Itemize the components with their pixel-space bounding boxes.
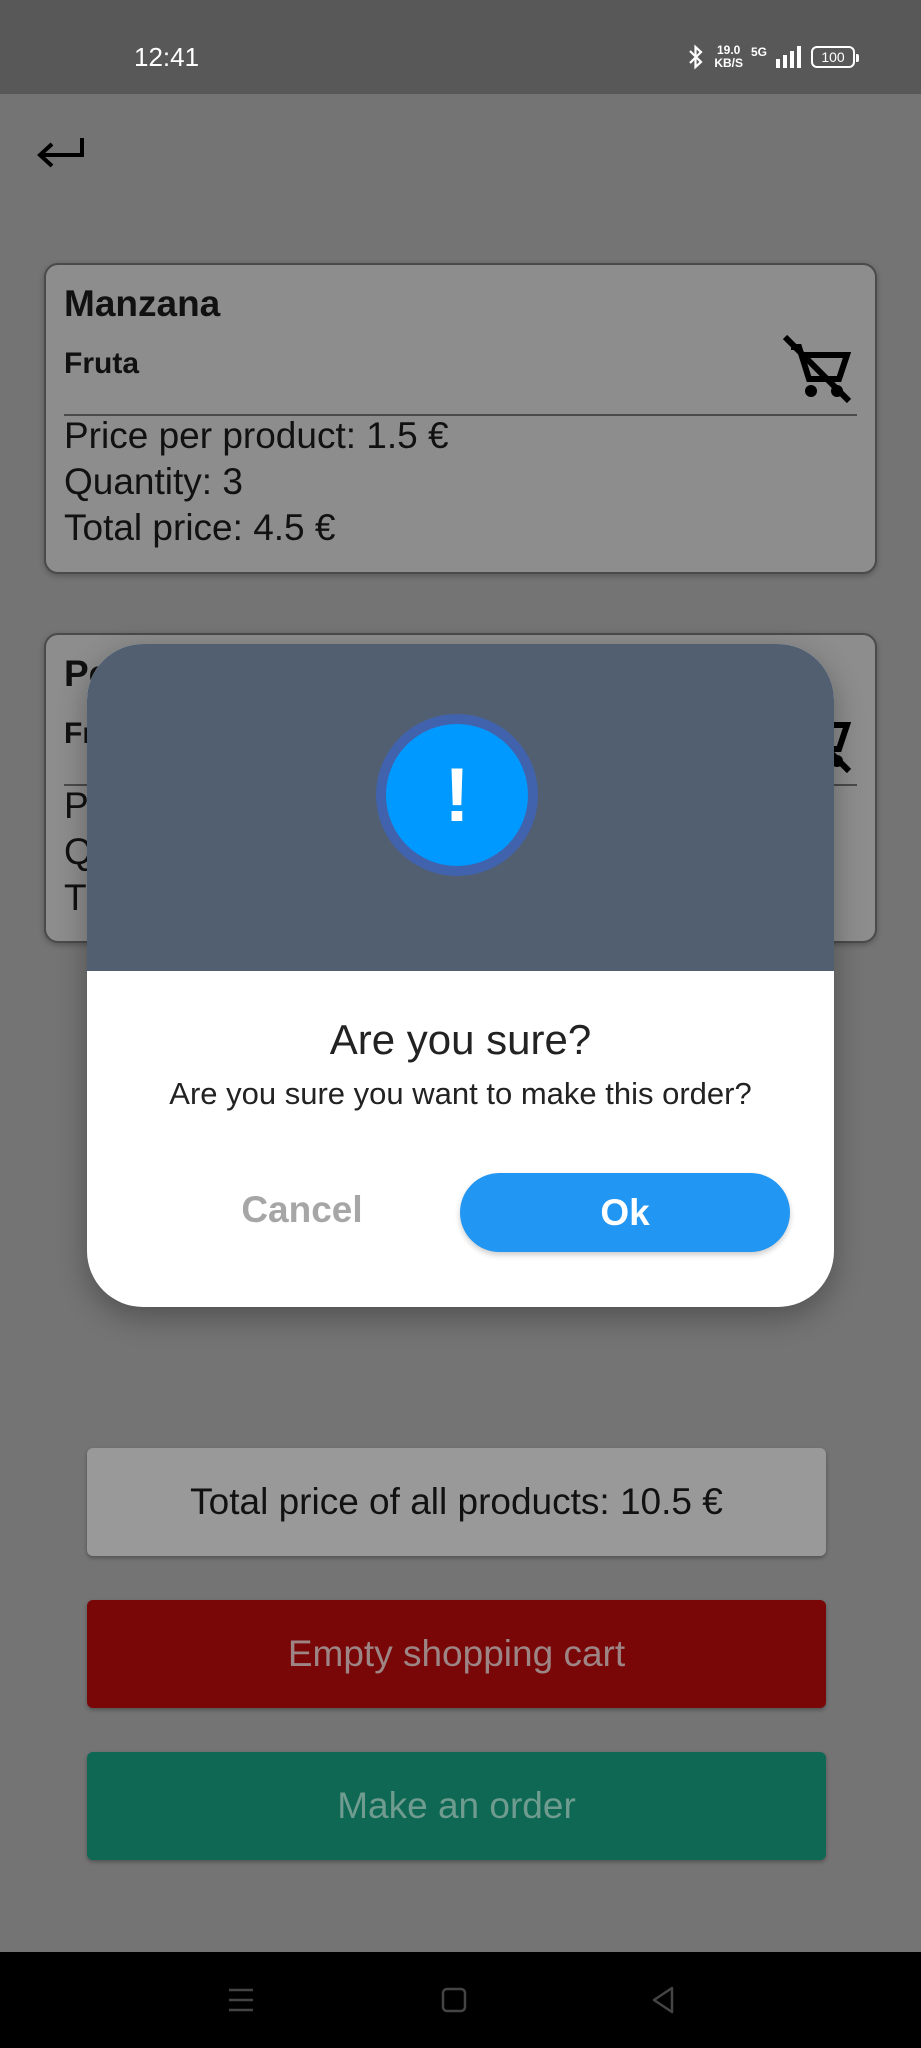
item-total-price: Total price: 4.5 € <box>64 507 336 548</box>
product-category: Fruta <box>64 347 139 380</box>
remove-from-cart-button[interactable] <box>777 329 857 409</box>
status-time: 12:41 <box>134 42 200 72</box>
signal-icon <box>776 46 801 68</box>
bluetooth-icon <box>689 44 703 70</box>
dialog-title: Are you sure? <box>329 1016 592 1063</box>
product-name: Manzana <box>64 283 221 324</box>
status-icons: 19.0 KB/S 5G 100 <box>686 44 859 70</box>
empty-cart-button[interactable]: Empty shopping cart <box>87 1600 826 1708</box>
exclamation-alert-icon: ! <box>386 724 528 866</box>
back-button[interactable] <box>34 130 90 174</box>
network-speed: 19.0 KB/S <box>714 44 743 70</box>
price-per-product: P <box>64 785 89 826</box>
quantity: Quantity: 3 <box>64 461 243 502</box>
confirm-order-dialog: ! Are you sure? Are you sure you want to… <box>87 644 834 1307</box>
ok-button[interactable]: Ok <box>460 1173 790 1252</box>
price-per-product: Price per product: 1.5 € <box>64 415 449 456</box>
network-type: 5G <box>750 45 767 59</box>
battery-indicator: 100 <box>811 46 859 68</box>
total-price-box: Total price of all products: 10.5 € <box>87 1448 826 1556</box>
cancel-button[interactable]: Cancel <box>207 1170 397 1250</box>
system-nav-bar <box>0 1952 921 2048</box>
return-arrow-icon <box>37 138 84 168</box>
dialog-header: ! <box>87 644 834 971</box>
network-speed-unit: KB/S <box>714 56 743 70</box>
make-order-button[interactable]: Make an order <box>87 1752 826 1860</box>
item-total-price: T <box>64 877 87 918</box>
status-bar: 12:41 19.0 KB/S 5G 100 <box>0 0 921 94</box>
remove-shopping-cart-icon <box>782 334 852 404</box>
home-icon[interactable] <box>434 1980 474 2020</box>
cart-item-card: Manzana Fruta Price per product: 1.5 € Q… <box>44 263 877 574</box>
dialog-message: Are you sure you want to make this order… <box>169 1076 752 1111</box>
menu-icon[interactable] <box>221 1980 261 2020</box>
back-triangle-icon[interactable] <box>644 1980 684 2020</box>
